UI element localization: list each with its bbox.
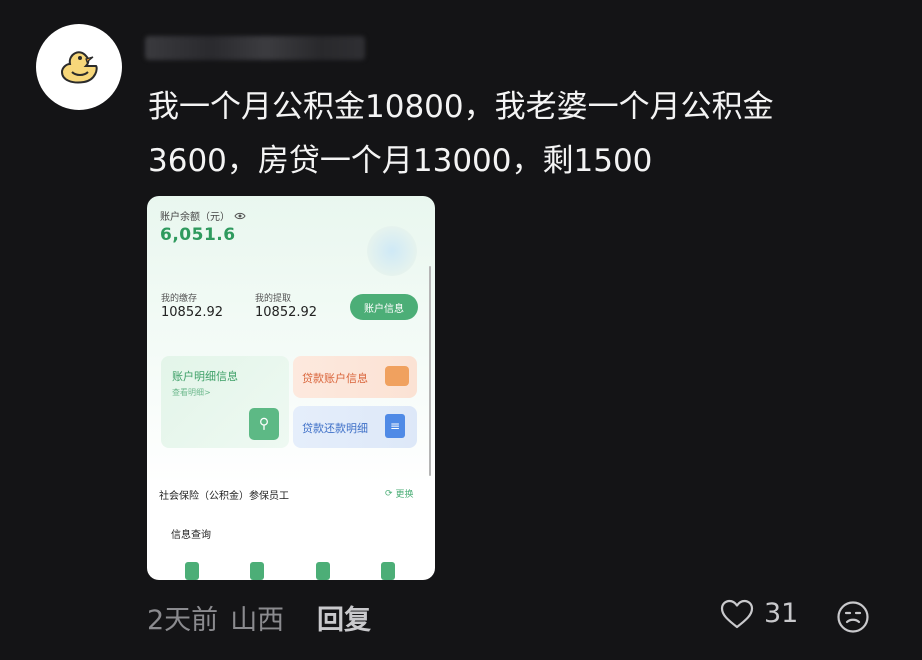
- comment-meta: 2天前 山西: [147, 598, 284, 637]
- withdraw-value: 10852.92: [255, 305, 318, 320]
- withdraw-label: 我的提取: [255, 294, 292, 304]
- info-query-label: 信息查询: [171, 530, 211, 541]
- comment-line-1: 我一个月公积金10800，我老婆一个月公积金: [148, 89, 774, 125]
- deposit-label: 我的缴存: [161, 294, 198, 304]
- account-detail-tile[interactable]: 账户明细信息 查看明细> ⚲: [161, 356, 289, 448]
- yuan-search-icon[interactable]: [380, 562, 395, 580]
- loan-account-tile[interactable]: 贷款账户信息: [293, 356, 417, 398]
- balance-label: 账户余额（元）: [160, 212, 230, 223]
- person-icon[interactable]: [185, 562, 199, 580]
- avatar[interactable]: [36, 24, 122, 110]
- account-detail-title: 账户明细信息: [172, 370, 238, 383]
- loan-account-label: 贷款账户信息: [302, 372, 368, 385]
- eye-icon: [234, 212, 246, 219]
- heart-icon: [720, 599, 754, 628]
- wallet-icon: [385, 366, 409, 386]
- switch-label: 更换: [395, 490, 414, 500]
- balance-value: 6,051.6: [160, 225, 236, 245]
- yuan-document-icon[interactable]: [250, 562, 265, 580]
- account-info-button[interactable]: 账户信息: [350, 294, 418, 320]
- loan-repayment-tile[interactable]: 贷款还款明细 ≡: [293, 406, 417, 448]
- switch-button[interactable]: ⟳ 更换: [385, 487, 414, 501]
- emoji-reaction-icon: [837, 601, 869, 633]
- like-button[interactable]: 31: [720, 598, 798, 629]
- comment-line-2: 3600，房贷一个月13000，剩1500: [148, 143, 653, 179]
- decoration-graphic: [367, 226, 417, 276]
- document-list-icon: ≡: [385, 414, 405, 438]
- scrollbar[interactable]: [429, 266, 431, 476]
- loan-repayment-label: 贷款还款明细: [302, 422, 368, 435]
- reply-button[interactable]: 回复: [317, 598, 371, 637]
- comment-location: 山西: [230, 605, 285, 636]
- refresh-icon: ⟳: [385, 488, 393, 499]
- account-detail-link[interactable]: 查看明细>: [172, 387, 211, 398]
- yuan-card-icon[interactable]: [315, 562, 330, 580]
- attached-screenshot[interactable]: 账户余额（元） 6,051.6 我的缴存 10852.92 我的提取 10852…: [147, 196, 435, 580]
- search-document-icon: ⚲: [249, 408, 279, 440]
- comment-time: 2天前: [147, 605, 219, 636]
- comment-text: 我一个月公积金10800，我老婆一个月公积金 3600，房贷一个月13000，剩…: [148, 80, 848, 188]
- emoji-reaction-button[interactable]: [836, 600, 870, 638]
- duck-avatar-icon: [60, 51, 98, 84]
- like-count: 31: [764, 598, 799, 629]
- deposit-value: 10852.92: [161, 305, 224, 320]
- username-blurred: [145, 36, 365, 60]
- bottom-icon-row: [185, 562, 395, 580]
- insurance-text: 社会保险（公积金）参保员工: [159, 491, 289, 502]
